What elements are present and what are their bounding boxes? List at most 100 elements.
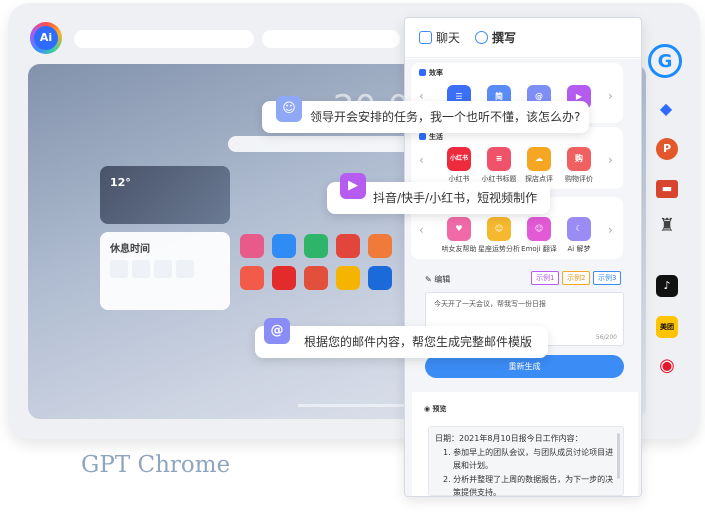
editor-title: 编辑 <box>434 275 451 284</box>
user-icon: ☺ <box>276 96 302 122</box>
char-counter: 56/200 <box>595 334 617 341</box>
preview-line: 2. 分析并整理了上周的数据报告，为下一步的决 <box>443 475 614 484</box>
tool-glyph: ☰ <box>455 92 463 101</box>
preview-header: ◉ 预览 <box>424 404 447 414</box>
app-icon[interactable] <box>304 266 328 290</box>
category-title: 效率 <box>419 68 443 78</box>
preview-line: 策提供支持。 <box>453 488 501 497</box>
preview-scrollbar[interactable] <box>617 433 620 479</box>
rest-cell <box>110 260 128 278</box>
tool-glyph: 小红书 <box>449 155 468 162</box>
tool-tile[interactable]: ☾ <box>567 217 591 241</box>
tool-glyph: 购 <box>575 154 583 163</box>
tool-label: Emoji 翻译 <box>521 245 557 253</box>
category-title-text: 效率 <box>429 69 443 77</box>
chevron-left-icon[interactable]: ‹ <box>419 153 424 167</box>
rail-glyph: P <box>662 142 672 155</box>
tool-glyph: ▶ <box>575 92 583 101</box>
preview-line: 1. 参加早上的团队会议，与团队成员讨论项目进 <box>443 448 614 457</box>
bubble-email: 根据您的邮件内容，帮您生成完整邮件模版 <box>255 326 548 358</box>
tab-chat[interactable]: 聊天 <box>419 29 460 46</box>
meituan-icon[interactable]: 美团 <box>656 316 678 338</box>
rail-glyph: G <box>657 51 673 72</box>
app-icon[interactable] <box>336 234 360 258</box>
rail-glyph: ♜ <box>658 215 676 236</box>
weather-temp: 12° <box>110 176 131 189</box>
tool-label: Ai 解梦 <box>567 245 591 253</box>
category-dot-icon <box>419 133 426 140</box>
sidebar-tabs: 聊天 撰写 <box>405 18 641 58</box>
tool-glyph: ☺ <box>494 224 504 233</box>
chat-edit-icon <box>419 31 432 44</box>
tool-tile[interactable]: ≡ <box>487 147 511 171</box>
tool-tile[interactable]: 购 <box>567 147 591 171</box>
tool-glyph: ♥ <box>455 224 463 233</box>
rail-glyph: ♪ <box>663 279 671 292</box>
desktop-footer-link <box>298 404 418 407</box>
bubble-text: 领导开会安排的任务，我一个也听不懂，该怎么办? <box>310 110 581 124</box>
gpt-chrome-icon[interactable]: G <box>648 44 682 78</box>
app-icon[interactable] <box>240 266 264 290</box>
product-title: GPT Chrome <box>81 452 231 478</box>
tab-compose-label: 撰写 <box>492 31 517 45</box>
category-title-text: 生活 <box>429 133 443 141</box>
tool-glyph: ☾ <box>575 224 583 233</box>
bubble-text: 根据您的邮件内容，帮您生成完整邮件模版 <box>304 335 533 349</box>
tool-label: 哄女友帮助 <box>441 245 477 253</box>
tiktok-icon[interactable]: ♪ <box>656 275 678 297</box>
tab-bar[interactable] <box>262 30 400 48</box>
chevron-right-icon[interactable]: › <box>608 89 613 103</box>
tag-icon[interactable]: ◆ <box>656 99 676 119</box>
chevron-left-icon[interactable]: ‹ <box>419 223 424 237</box>
rail-glyph: ◆ <box>659 99 673 118</box>
tool-tile[interactable]: ♥ <box>447 217 471 241</box>
app-icon[interactable] <box>304 234 328 258</box>
compose-icon <box>475 31 488 44</box>
tool-tile[interactable]: 小红书 <box>447 147 471 171</box>
rail-glyph: ◉ <box>659 355 675 376</box>
category-dot-icon <box>419 69 426 76</box>
app-icon[interactable] <box>272 234 296 258</box>
chevron-right-icon[interactable]: › <box>608 223 613 237</box>
bubble-text: 抖音/快手/小红书，短视频制作 <box>373 191 538 205</box>
preview-line: 日期：2021年8月10日报今日工作内容： <box>435 434 583 443</box>
address-bar[interactable] <box>74 30 254 48</box>
app-icon[interactable] <box>336 266 360 290</box>
video-icon: ▶ <box>340 173 366 199</box>
toolbox-icon[interactable]: ▬ <box>656 180 678 198</box>
app-icon[interactable] <box>368 234 392 258</box>
preview-panel: ◉ 预览 日期：2021年8月10日报今日工作内容： 1. 参加早上的团队会议，… <box>412 392 638 497</box>
bubble-meeting: 领导开会安排的任务，我一个也听不懂，该怎么办? <box>262 101 589 133</box>
example-chip-3[interactable]: 示例3 <box>593 271 622 285</box>
chess-icon[interactable]: ♜ <box>656 215 678 237</box>
app-icon[interactable] <box>272 266 296 290</box>
tab-compose[interactable]: 撰写 <box>475 29 516 46</box>
rest-cell <box>176 260 194 278</box>
preview-line: 展和计划。 <box>453 461 493 470</box>
weibo-icon[interactable]: ◉ <box>656 355 678 377</box>
category-title: 生活 <box>419 132 443 142</box>
app-icon[interactable] <box>240 234 264 258</box>
powerpoint-icon[interactable]: P <box>656 138 678 160</box>
tool-glyph: @ <box>535 92 543 101</box>
tool-tile[interactable]: ☺ <box>487 217 511 241</box>
regenerate-button[interactable]: 重新生成 <box>425 355 624 378</box>
example-chip-2[interactable]: 示例2 <box>562 271 591 285</box>
ai-logo[interactable]: Ai <box>30 22 62 54</box>
rest-time-widget: 休息时间 <box>100 232 230 310</box>
app-icon[interactable] <box>368 266 392 290</box>
prompt-value: 今天开了一天会议，帮我写一份日报 <box>434 300 546 308</box>
chevron-right-icon[interactable]: › <box>608 153 613 167</box>
rest-cell <box>154 260 172 278</box>
rail-glyph: 美团 <box>660 323 674 331</box>
tool-tile[interactable]: ☺ <box>527 217 551 241</box>
category-card-life: 生活 ‹ 小红书 ≡ ☁ 购 小红书 小红书标题 探店点评 购物评价 › <box>411 127 623 189</box>
tool-label: 购物评价 <box>565 175 593 183</box>
pencil-icon: ✎ <box>425 275 435 284</box>
tool-tile[interactable]: ☁ <box>527 147 551 171</box>
example-chip-1[interactable]: 示例1 <box>531 271 560 285</box>
editor-header: ✎ 编辑 <box>425 274 450 285</box>
tool-glyph: ☁ <box>535 154 543 163</box>
eye-icon: ◉ <box>424 405 433 413</box>
email-icon: @ <box>264 318 290 344</box>
